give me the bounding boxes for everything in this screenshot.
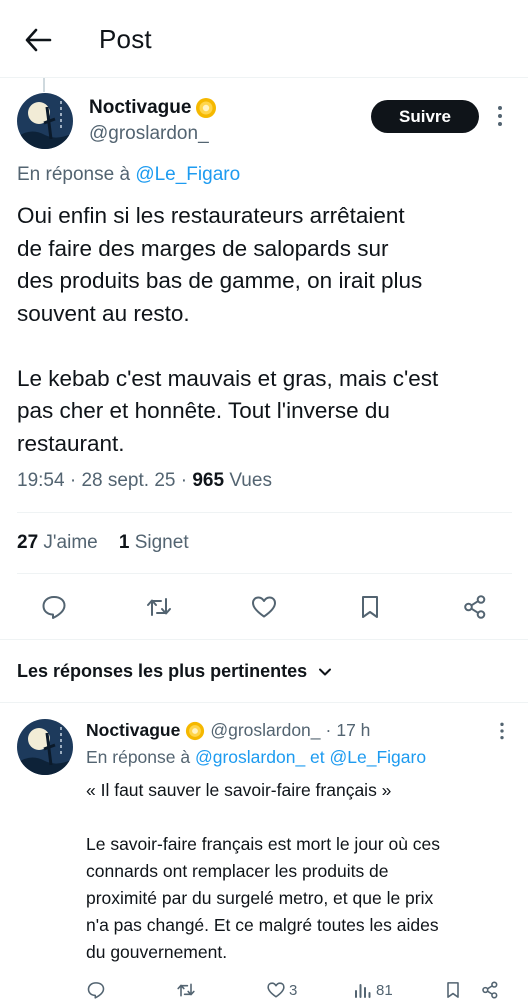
bookmarks-count: 1	[118, 532, 130, 553]
reply-author-handle[interactable]: @groslardon_	[210, 720, 320, 741]
retweet-icon	[147, 598, 171, 616]
arrow-left-icon	[25, 28, 52, 52]
sort-label: Les réponses les plus pertinentes	[17, 661, 308, 681]
share-button[interactable]	[461, 593, 489, 621]
divider	[17, 573, 512, 574]
top-bar: Post	[0, 0, 528, 78]
divider	[0, 639, 528, 640]
share-icon	[482, 981, 498, 999]
retweet-icon	[177, 983, 195, 997]
more-options-button[interactable]	[494, 104, 506, 128]
views-label: Vues	[229, 470, 272, 491]
avatar[interactable]	[17, 719, 73, 775]
gold-verified-badge-icon[interactable]	[195, 97, 217, 119]
post-time: 19:54	[17, 470, 65, 491]
reply-bubble-icon	[42, 596, 66, 619]
reply-share-button[interactable]	[480, 980, 500, 1000]
divider	[17, 512, 512, 513]
bookmark-icon	[362, 596, 378, 618]
likes-count: 27	[17, 532, 39, 553]
reply-more-options-button[interactable]	[497, 720, 507, 742]
heart-icon	[252, 596, 276, 618]
chevron-down-icon	[319, 668, 332, 675]
reply-retweet-button[interactable]	[176, 980, 196, 1000]
reply-context: En réponse à @Le_Figaro	[17, 164, 240, 186]
bookmark-icon	[447, 982, 459, 998]
follow-button[interactable]: Suivre	[371, 100, 479, 133]
author-name[interactable]: Noctivague	[89, 97, 191, 119]
reply-reply-button[interactable]	[86, 980, 106, 1000]
reply-prefix: En réponse à	[86, 747, 191, 767]
reply-mention-link[interactable]: @Le_Figaro	[135, 164, 240, 185]
reply-view-count: 81	[376, 981, 393, 999]
post-meta: 19:54 · 28 sept. 25 · 965 Vues	[17, 470, 272, 491]
like-button[interactable]	[250, 593, 278, 621]
author-name-row: Noctivague	[89, 97, 217, 119]
back-button[interactable]	[22, 24, 54, 56]
likes-stat[interactable]: 27 J'aime	[17, 532, 98, 553]
retweet-button[interactable]	[145, 593, 173, 621]
reply-bubble-icon	[87, 982, 105, 999]
reply-mentions-link[interactable]: @groslardon_ et @Le_Figaro	[195, 747, 426, 767]
reply-like-count: 3	[289, 981, 298, 999]
post-date: 28 sept. 25	[81, 470, 176, 491]
reply-button[interactable]	[40, 593, 68, 621]
reply-text: « Il faut sauver le savoir-faire françai…	[86, 780, 441, 962]
heart-icon	[267, 982, 285, 998]
views-count: 965	[192, 470, 225, 491]
bookmarks-stat[interactable]: 1 Signet	[119, 532, 189, 553]
analytics-bars-icon	[355, 984, 371, 998]
reply-prefix: En réponse à	[17, 164, 131, 185]
replies-sort-toggle[interactable]: Les réponses les plus pertinentes	[17, 661, 333, 682]
bookmarks-label: Signet	[134, 532, 189, 553]
reply-like-button[interactable]: 3	[266, 980, 297, 1000]
engagement-stats: 27 J'aime 1 Signet	[17, 532, 189, 554]
bookmark-button[interactable]	[356, 593, 384, 621]
page-title: Post	[99, 24, 152, 54]
more-vertical-icon	[500, 722, 504, 740]
reply-context: En réponse à @groslardon_ et @Le_Figaro	[86, 747, 426, 768]
divider	[0, 702, 528, 703]
post-text: Oui enfin si les restaurateurs arrêtaien…	[17, 203, 439, 456]
thread-connector-line	[43, 78, 45, 92]
reply-views-button[interactable]: 81	[353, 980, 393, 1000]
reply-author-row: Noctivague @groslardon_ · 17 h	[86, 720, 370, 741]
more-vertical-icon	[498, 106, 502, 126]
reply-age[interactable]: 17 h	[336, 720, 370, 741]
separator-dot: ·	[325, 720, 332, 740]
reply-author-name[interactable]: Noctivague	[86, 720, 180, 741]
avatar[interactable]	[17, 93, 73, 149]
likes-label: J'aime	[43, 532, 98, 553]
author-handle[interactable]: @groslardon_	[89, 123, 209, 145]
reply-bookmark-button[interactable]	[443, 980, 463, 1000]
share-icon	[464, 595, 486, 619]
gold-verified-badge-icon[interactable]	[185, 721, 205, 741]
